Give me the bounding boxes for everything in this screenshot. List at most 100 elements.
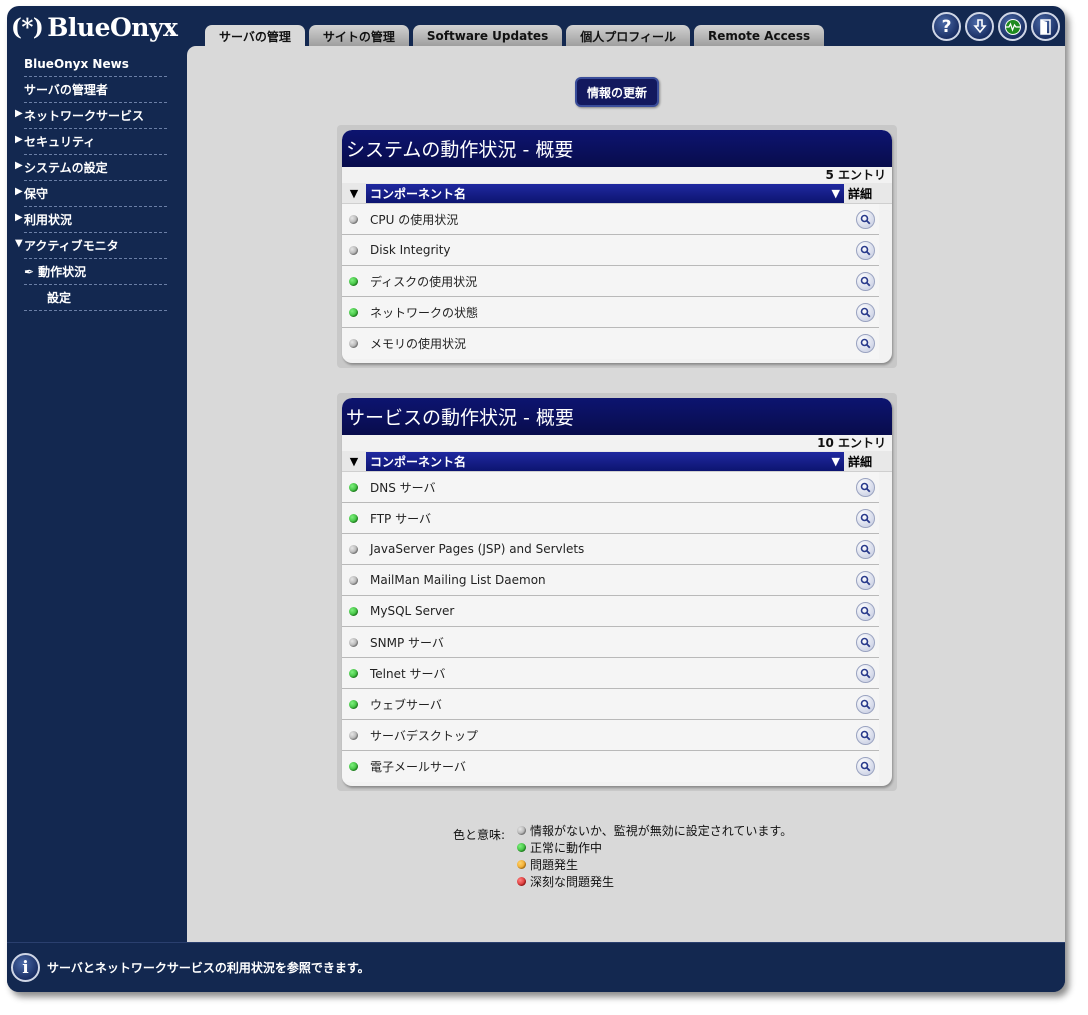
sidebar-item-settings[interactable]: 設定: [24, 285, 167, 311]
magnifier-icon[interactable]: [856, 334, 875, 353]
magnifier-icon[interactable]: [856, 632, 875, 652]
table-row: メモリの使用状況: [342, 328, 879, 359]
tab-site-management[interactable]: サイトの管理: [308, 25, 409, 47]
sidebar-item-security[interactable]: ▶ セキュリティ: [15, 129, 167, 155]
logo-text: BlueOnyx: [47, 12, 178, 42]
sidebar-item-server-admin[interactable]: サーバの管理者: [24, 77, 167, 103]
entry-count: 5 エントリ: [825, 168, 886, 182]
status-gray-icon: [349, 339, 358, 348]
sort-arrow-icon[interactable]: ▼: [342, 455, 366, 468]
sort-arrow-icon[interactable]: ▼: [342, 187, 366, 200]
component-name: MySQL Server: [370, 604, 455, 618]
sidebar-item-maintenance[interactable]: ▶ 保守: [15, 181, 167, 207]
component-name: 電子メールサーバ: [370, 760, 466, 774]
column-header-component[interactable]: コンポーネント名 ▼: [366, 183, 844, 203]
magnifier-icon[interactable]: [856, 302, 875, 322]
magnifier-icon[interactable]: [856, 508, 875, 528]
magnifier-icon[interactable]: [856, 725, 875, 745]
status-green-icon: [349, 668, 358, 678]
magnifier-icon[interactable]: [856, 477, 875, 497]
legend-item-orange: 問題発生: [517, 856, 817, 873]
status-gray-icon: [349, 730, 358, 740]
status-gray-icon: [349, 575, 358, 585]
magnifier-icon[interactable]: [856, 271, 875, 291]
table-row: MySQL Server: [342, 596, 879, 627]
column-header-detail: 詳細: [848, 186, 873, 201]
status-orange-icon: [517, 860, 526, 869]
main-content: 情報の更新 システムの動作状況 - 概要 5 エントリ ▼ コンポーネント名 ▼…: [187, 46, 1065, 942]
table-row: SNMP サーバ: [342, 627, 879, 658]
table-row: 電子メールサーバ: [342, 751, 879, 782]
sidebar-item-system-settings[interactable]: ▶ システムの設定: [15, 155, 167, 181]
magnifier-icon[interactable]: [856, 757, 875, 776]
status-gray-icon: [349, 637, 358, 647]
column-header-detail: 詳細: [848, 454, 873, 469]
status-gray-icon: [517, 826, 526, 835]
monitor-icon[interactable]: [998, 12, 1027, 41]
sidebar-item-usage[interactable]: ▶ 利用状況: [15, 207, 167, 233]
component-name: DNS サーバ: [370, 480, 436, 495]
legend-item-green: 正常に動作中: [517, 839, 817, 856]
table-row: サーバデスクトップ: [342, 720, 879, 751]
tab-personal-profile[interactable]: 個人プロフィール: [566, 25, 690, 47]
sidebar-item-label: BlueOnyx News: [24, 56, 129, 71]
sort-desc-icon: ▼: [831, 186, 840, 200]
sidebar: BlueOnyx News サーバの管理者 ▶ ネットワークサービス ▶ セキュ…: [7, 46, 187, 942]
magnifier-icon[interactable]: [856, 663, 875, 683]
legend-label: 色と意味:: [453, 828, 506, 842]
tab-server-management[interactable]: サーバの管理: [205, 25, 305, 48]
legend-item-gray: 情報がないか、監視が無効に設定されています。: [517, 822, 817, 839]
download-icon[interactable]: [965, 12, 994, 41]
magnifier-icon[interactable]: [856, 240, 875, 260]
tab-software-updates[interactable]: Software Updates: [412, 25, 563, 47]
component-name: JavaServer Pages (JSP) and Servlets: [370, 542, 585, 556]
table-row: ディスクの使用状況: [342, 266, 879, 297]
table-row: ウェブサーバ: [342, 689, 879, 720]
status-green-icon: [349, 606, 358, 616]
tab-remote-access[interactable]: Remote Access: [693, 25, 825, 47]
blueonyx-logo: (*) BlueOnyx: [11, 8, 178, 46]
legend-item-red: 深刻な問題発生: [517, 873, 817, 890]
sidebar-item-network-services[interactable]: ▶ ネットワークサービス: [15, 103, 167, 129]
status-green-icon: [349, 513, 358, 523]
column-header-component[interactable]: コンポーネント名 ▼: [366, 451, 844, 471]
status-text: サーバとネットワークサービスの利用状況を参照できます。: [47, 961, 370, 975]
top-icon-bar: ?: [932, 12, 1060, 41]
status-green-icon: [349, 307, 358, 317]
magnifier-icon[interactable]: [856, 570, 875, 590]
component-name: ディスクの使用状況: [370, 274, 478, 289]
sidebar-item-label: セキュリティ: [24, 135, 96, 149]
status-gray-icon: [349, 214, 358, 224]
logo-mark: (*): [11, 13, 44, 41]
panel-title: システムの動作状況 - 概要: [342, 130, 892, 167]
table-row: CPU の使用状況: [342, 204, 879, 235]
entry-count: 10 エントリ: [817, 436, 886, 450]
status-green-icon: [517, 843, 526, 852]
sidebar-item-status[interactable]: ✒ 動作状況: [24, 259, 167, 285]
magnifier-icon[interactable]: [856, 209, 875, 229]
sidebar-item-blueonyx-news[interactable]: BlueOnyx News: [24, 51, 167, 77]
magnifier-icon[interactable]: [856, 601, 875, 621]
main-tabs: サーバの管理 サイトの管理 Software Updates 個人プロフィール …: [205, 25, 825, 48]
component-name: SNMP サーバ: [370, 635, 444, 650]
status-green-icon: [349, 482, 358, 492]
magnifier-icon[interactable]: [856, 539, 875, 559]
expand-arrow-icon: ▶: [15, 186, 23, 197]
status-gray-icon: [349, 544, 358, 554]
sidebar-item-label: アクティブモニタ: [24, 239, 119, 253]
refresh-button[interactable]: 情報の更新: [575, 77, 659, 107]
logout-icon[interactable]: [1031, 12, 1060, 41]
sidebar-item-label: システムの設定: [24, 161, 108, 175]
component-name: メモリの使用状況: [370, 337, 467, 351]
app-frame: (*) BlueOnyx サーバの管理 サイトの管理 Software Upda…: [7, 6, 1065, 992]
sidebar-item-active-monitor[interactable]: ▼ アクティブモニタ: [15, 233, 167, 259]
service-status-rows: DNS サーバ FTP サーバ JavaServer Pages (JSP) and…: [342, 472, 892, 782]
table-row: Telnet サーバ: [342, 658, 879, 689]
sidebar-item-label: サーバの管理者: [24, 83, 108, 97]
expand-arrow-icon: ▶: [15, 134, 23, 145]
help-icon[interactable]: ?: [932, 12, 961, 41]
magnifier-icon[interactable]: [856, 694, 875, 714]
expand-arrow-icon: ▼: [15, 238, 23, 249]
status-red-icon: [517, 877, 526, 886]
table-header: ▼ コンポーネント名 ▼ 詳細: [342, 183, 892, 204]
